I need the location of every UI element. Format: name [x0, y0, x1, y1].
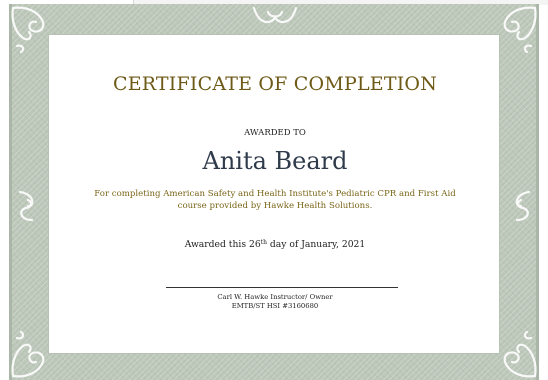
- awarded-to-label: AWARDED TO: [244, 128, 306, 138]
- certificate-page: CERTIFICATE OF COMPLETION AWARDED TO Ani…: [0, 0, 548, 380]
- signer-name-title: Carl W. Hawke Instructor/ Owner: [217, 293, 333, 301]
- certificate-title: CERTIFICATE OF COMPLETION: [112, 73, 438, 95]
- award-date: Awarded this 26th day of January, 2021: [49, 239, 501, 250]
- award-date-prefix: Awarded this 26: [184, 239, 261, 250]
- signer-credentials: EMTB/ST HSI #3160680: [231, 302, 319, 310]
- course-description: For completing American Safety and Healt…: [94, 189, 456, 211]
- signer-block: Carl W. Hawke Instructor/ Owner EMTB/ST …: [49, 293, 501, 311]
- signature-line: [166, 287, 398, 288]
- certificate-content-panel: CERTIFICATE OF COMPLETION AWARDED TO Ani…: [48, 34, 500, 354]
- award-date-suffix: day of January, 2021: [266, 239, 366, 250]
- recipient-name: Anita Beard: [202, 147, 348, 175]
